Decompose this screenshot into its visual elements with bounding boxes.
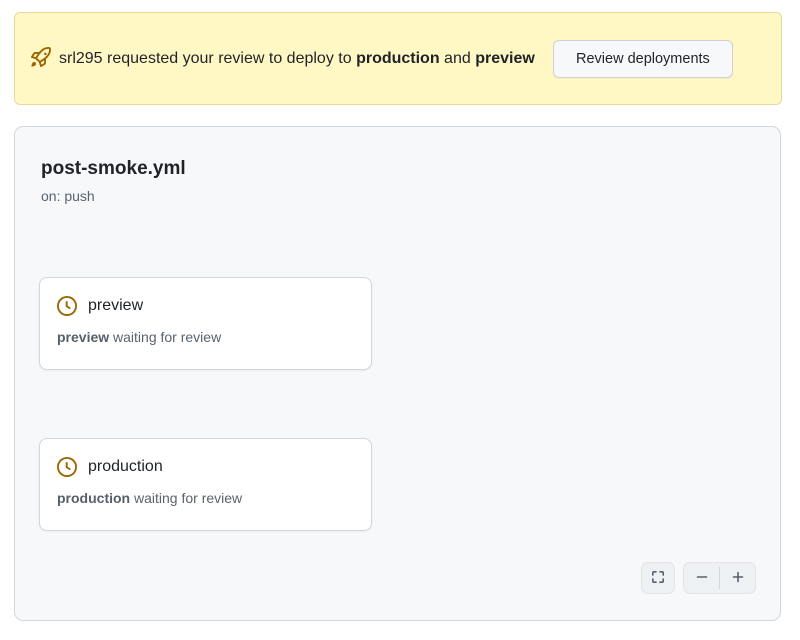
workflow-title: post-smoke.yml xyxy=(41,158,186,180)
clock-icon xyxy=(57,296,77,316)
fit-to-window-button[interactable] xyxy=(641,562,675,594)
job-status-env: production xyxy=(57,490,130,506)
review-deployments-button[interactable]: Review deployments xyxy=(553,40,733,78)
rocket-icon xyxy=(31,47,51,67)
job-card-production[interactable]: production production waiting for review xyxy=(39,438,372,531)
job-status: preview waiting for review xyxy=(57,329,354,345)
banner-text-1: requested your review to deploy to xyxy=(103,50,356,67)
banner-message: srl295 requested your review to deploy t… xyxy=(31,45,553,73)
plus-icon xyxy=(730,569,746,588)
graph-controls xyxy=(641,562,756,594)
zoom-out-button[interactable] xyxy=(684,563,719,593)
job-name: production xyxy=(88,458,163,476)
job-status-rest: waiting for review xyxy=(130,490,242,506)
banner-env-production: production xyxy=(356,50,440,67)
minus-icon xyxy=(694,569,710,588)
zoom-control-group xyxy=(683,562,756,594)
job-status: production waiting for review xyxy=(57,490,354,506)
workflow-trigger: on: push xyxy=(41,188,95,204)
zoom-in-button[interactable] xyxy=(720,563,755,593)
screen-full-icon xyxy=(650,569,666,588)
banner-env-preview: preview xyxy=(475,50,535,67)
banner-actor: srl295 xyxy=(59,50,103,67)
job-name: preview xyxy=(88,297,143,315)
job-status-rest: waiting for review xyxy=(109,329,221,345)
banner-text-2: and xyxy=(440,50,476,67)
job-status-env: preview xyxy=(57,329,109,345)
clock-icon xyxy=(57,457,77,477)
job-card-preview[interactable]: preview preview waiting for review xyxy=(39,277,372,370)
workflow-graph-panel: post-smoke.yml on: push preview preview … xyxy=(14,126,781,621)
deployment-review-banner: srl295 requested your review to deploy t… xyxy=(14,12,782,105)
